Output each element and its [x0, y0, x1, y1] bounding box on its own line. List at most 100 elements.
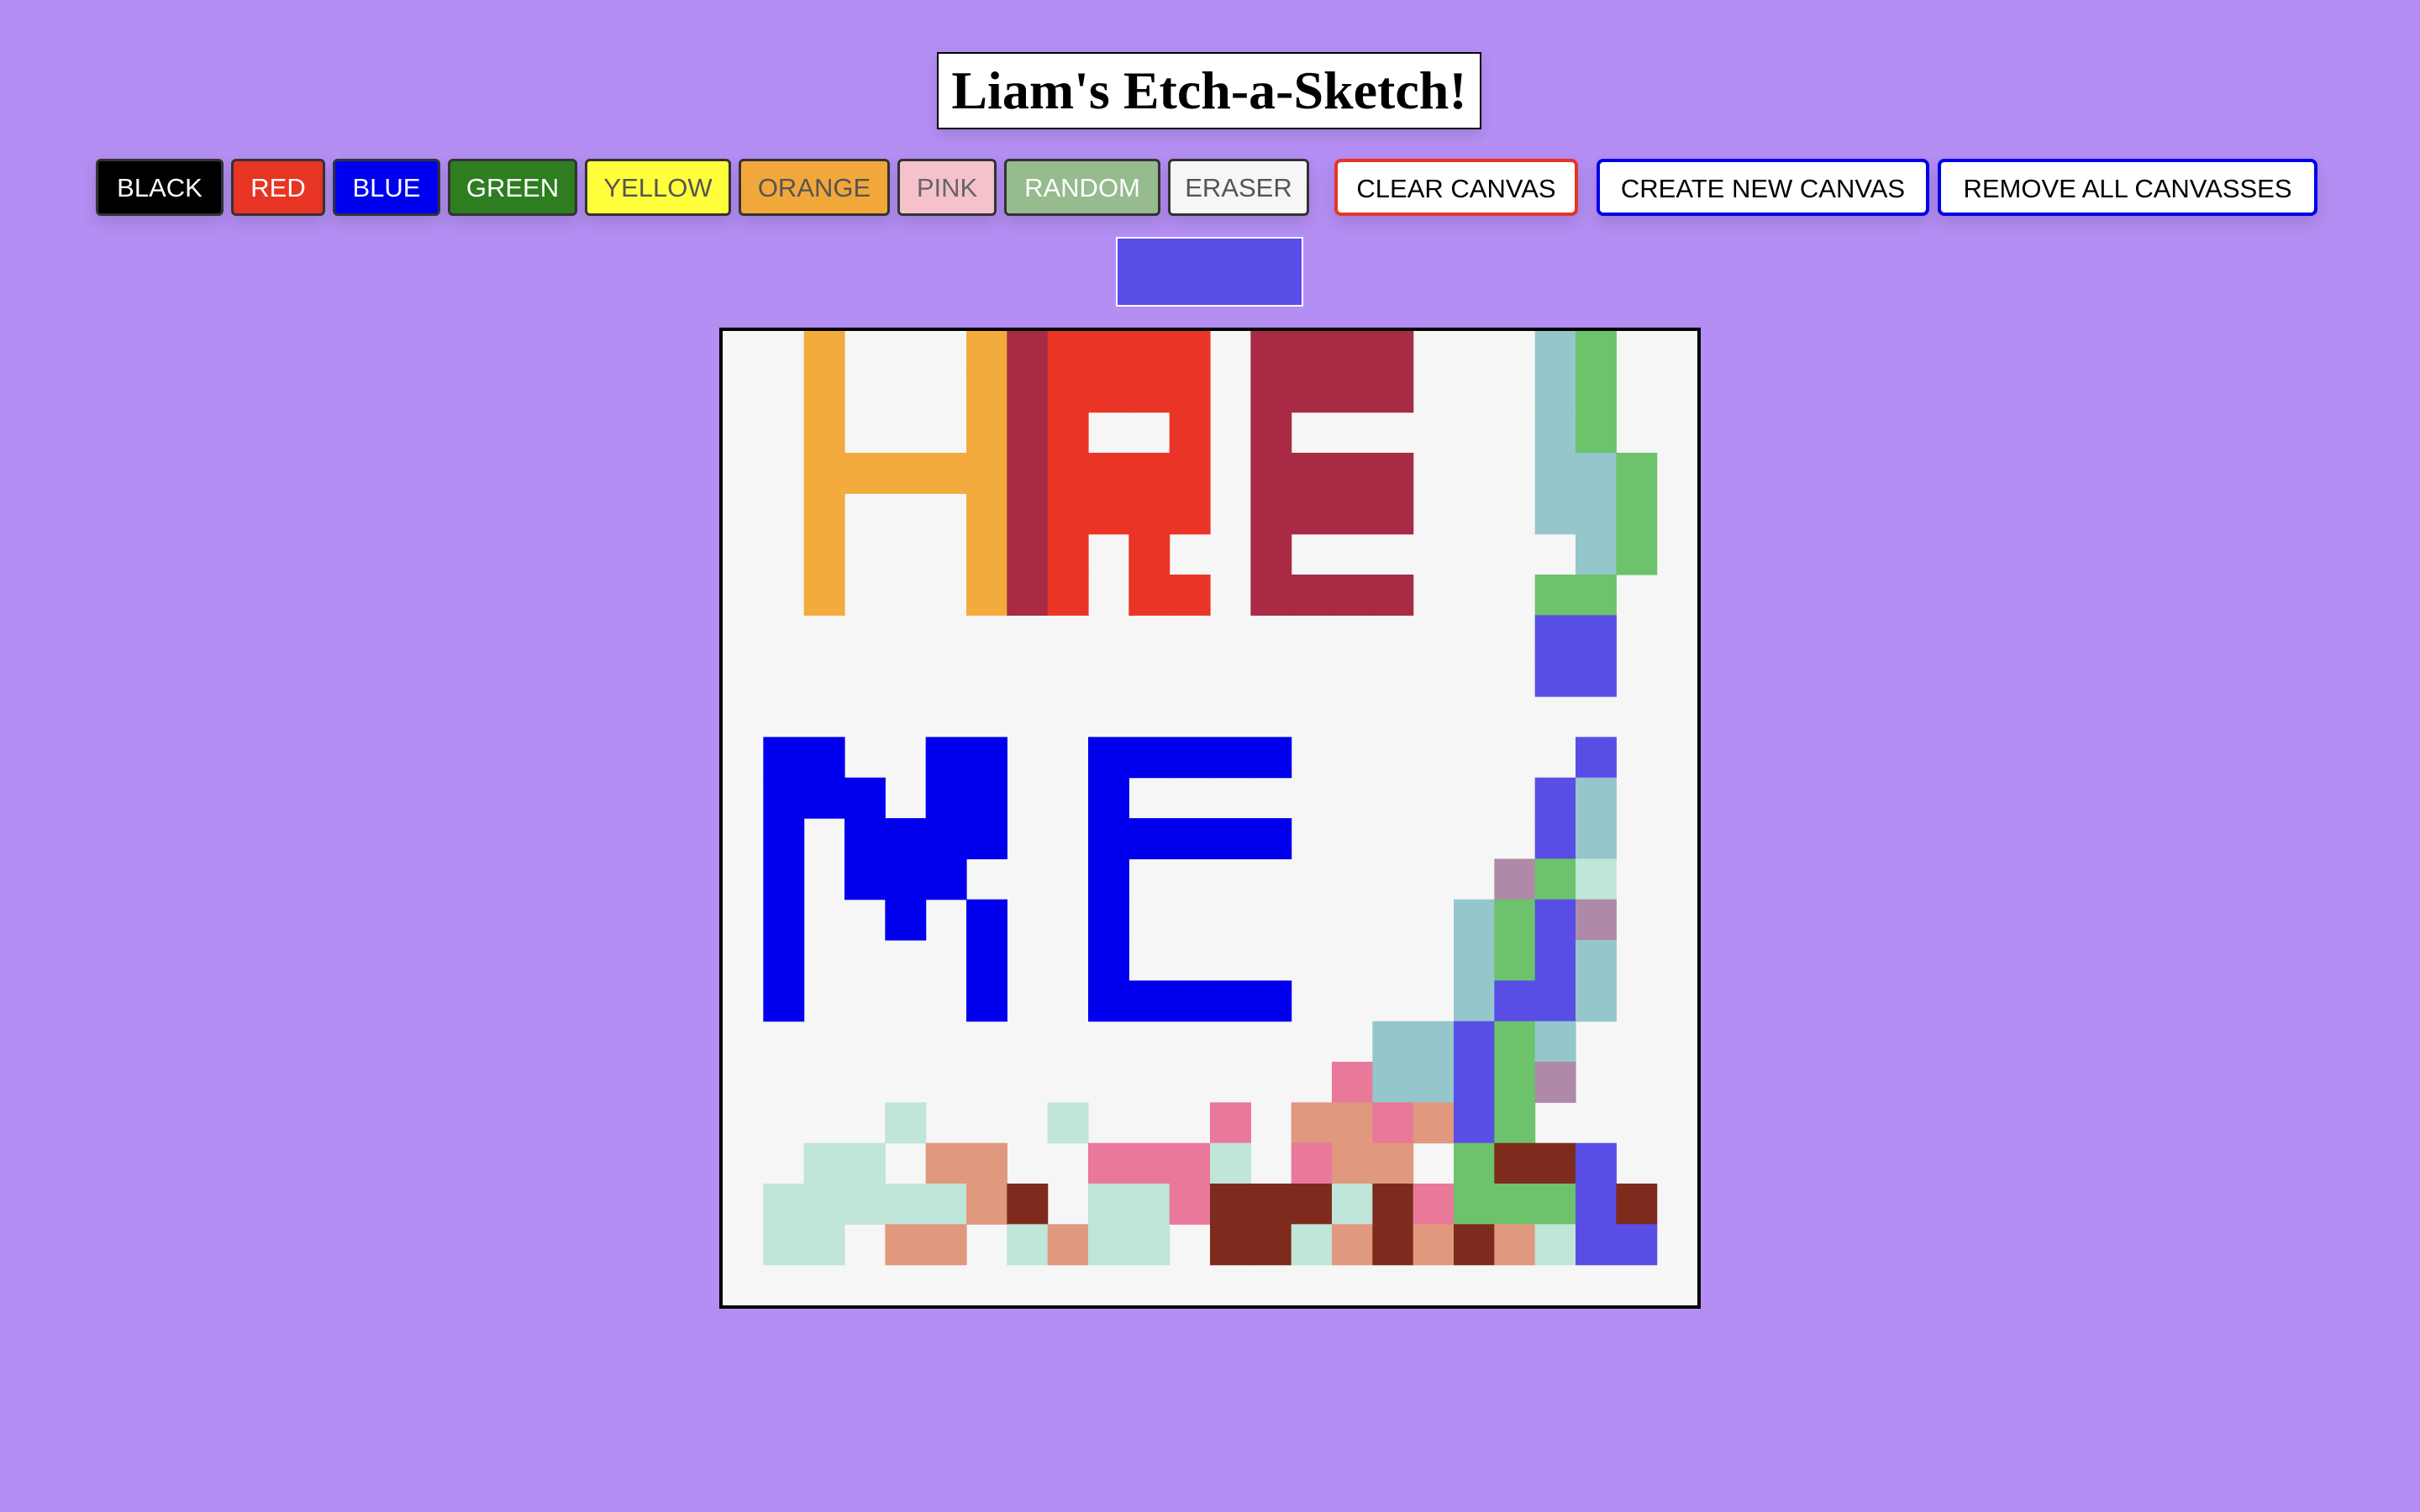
- grid-cell[interactable]: [1576, 737, 1617, 779]
- grid-cell[interactable]: [1576, 615, 1617, 657]
- grid-cell[interactable]: [1372, 1184, 1414, 1225]
- grid-cell[interactable]: [1088, 940, 1129, 981]
- grid-cell[interactable]: [1372, 453, 1414, 494]
- grid-cell[interactable]: [803, 1184, 845, 1225]
- grid-cell[interactable]: [1413, 1102, 1455, 1144]
- grid-cell[interactable]: [1454, 1184, 1495, 1225]
- grid-cell[interactable]: [1210, 818, 1251, 859]
- grid-cell[interactable]: [1576, 371, 1617, 413]
- grid-cell[interactable]: [844, 1184, 886, 1225]
- grid-cell[interactable]: [1494, 940, 1536, 981]
- grid-cell[interactable]: [1169, 331, 1211, 372]
- grid-cell[interactable]: [1088, 858, 1129, 900]
- grid-cell[interactable]: [1372, 1021, 1414, 1063]
- grid-cell[interactable]: [925, 1184, 967, 1225]
- grid-cell[interactable]: [1534, 899, 1576, 941]
- grid-cell[interactable]: [966, 777, 1007, 819]
- grid-cell[interactable]: [966, 575, 1007, 616]
- grid-cell[interactable]: [1128, 1224, 1171, 1266]
- grid-cell[interactable]: [1454, 1142, 1495, 1184]
- grid-cell[interactable]: [1088, 777, 1129, 819]
- grid-cell[interactable]: [1332, 453, 1373, 494]
- grid-cell[interactable]: [1616, 1184, 1658, 1225]
- grid-cell[interactable]: [1494, 858, 1536, 900]
- grid-cell[interactable]: [925, 737, 967, 779]
- grid-cell[interactable]: [1534, 818, 1576, 859]
- grid-cell[interactable]: [966, 453, 1007, 494]
- grid-cell[interactable]: [1047, 493, 1089, 535]
- eraser-button[interactable]: ERASER: [1168, 159, 1309, 216]
- grid-cell[interactable]: [925, 1224, 967, 1266]
- grid-cell[interactable]: [1576, 412, 1617, 454]
- grid-cell[interactable]: [1494, 1102, 1536, 1144]
- sketch-canvas[interactable]: [719, 328, 1701, 1309]
- grid-cell[interactable]: [1250, 980, 1292, 1022]
- grid-cell[interactable]: [1088, 453, 1129, 494]
- grid-cell[interactable]: [1169, 371, 1211, 413]
- grid-cell[interactable]: [1047, 371, 1089, 413]
- grid-cell[interactable]: [966, 899, 1007, 941]
- grid-cell[interactable]: [1534, 453, 1576, 494]
- grid-cell[interactable]: [1007, 493, 1049, 535]
- grid-cell[interactable]: [966, 818, 1007, 859]
- grid-cell[interactable]: [925, 818, 967, 859]
- grid-cell[interactable]: [885, 1102, 927, 1144]
- grid-cell[interactable]: [763, 1224, 805, 1266]
- grid-cell[interactable]: [1454, 899, 1495, 941]
- yellow-button[interactable]: YELLOW: [585, 159, 731, 216]
- grid-cell[interactable]: [1128, 331, 1171, 372]
- grid-cell[interactable]: [1088, 899, 1129, 941]
- grid-cell[interactable]: [763, 858, 805, 900]
- grid-cell[interactable]: [1576, 818, 1617, 859]
- grid-cell[interactable]: [1250, 493, 1292, 535]
- grid-cell[interactable]: [803, 371, 845, 413]
- grid-cell[interactable]: [1454, 980, 1495, 1022]
- grid-cell[interactable]: [1413, 1224, 1455, 1266]
- create-new-canvas-button[interactable]: CREATE NEW CANVAS: [1597, 159, 1929, 216]
- grid-cell[interactable]: [1534, 1142, 1576, 1184]
- grid-cell[interactable]: [1576, 655, 1617, 697]
- grid-cell[interactable]: [1169, 1142, 1211, 1184]
- grid-cell[interactable]: [1007, 371, 1049, 413]
- grid-cell[interactable]: [1534, 331, 1576, 372]
- grid-cell[interactable]: [885, 453, 927, 494]
- grid-cell[interactable]: [1534, 493, 1576, 535]
- grid-cell[interactable]: [1616, 453, 1658, 494]
- grid-cell[interactable]: [1088, 1142, 1129, 1184]
- grid-cell[interactable]: [1576, 858, 1617, 900]
- grid-cell[interactable]: [1250, 575, 1292, 616]
- grid-cell[interactable]: [1372, 1142, 1414, 1184]
- grid-cell[interactable]: [1007, 331, 1049, 372]
- grid-cell[interactable]: [803, 331, 845, 372]
- grid-cell[interactable]: [1413, 1062, 1455, 1103]
- grid-cell[interactable]: [1128, 575, 1171, 616]
- grid-cell[interactable]: [1007, 533, 1049, 575]
- grid-cell[interactable]: [1250, 1224, 1292, 1266]
- grid-cell[interactable]: [1494, 1062, 1536, 1103]
- grid-cell[interactable]: [1372, 331, 1414, 372]
- grid-cell[interactable]: [803, 412, 845, 454]
- grid-cell[interactable]: [1291, 1102, 1333, 1144]
- grid-cell[interactable]: [1413, 1021, 1455, 1063]
- orange-button[interactable]: ORANGE: [739, 159, 890, 216]
- grid-cell[interactable]: [966, 737, 1007, 779]
- grid-cell[interactable]: [1250, 818, 1292, 859]
- grid-cell[interactable]: [885, 1184, 927, 1225]
- grid-cell[interactable]: [1088, 331, 1129, 372]
- grid-cell[interactable]: [966, 1142, 1007, 1184]
- grid-cell[interactable]: [1534, 1224, 1576, 1266]
- grid-cell[interactable]: [885, 899, 927, 941]
- grid-cell[interactable]: [1210, 1142, 1251, 1184]
- grid-cell[interactable]: [1534, 615, 1576, 657]
- grid-cell[interactable]: [1454, 940, 1495, 981]
- grid-cell[interactable]: [1007, 1224, 1049, 1266]
- grid-cell[interactable]: [1169, 980, 1211, 1022]
- grid-cell[interactable]: [803, 533, 845, 575]
- grid-cell[interactable]: [966, 940, 1007, 981]
- grid-cell[interactable]: [966, 331, 1007, 372]
- grid-cell[interactable]: [1332, 1102, 1373, 1144]
- grid-cell[interactable]: [1169, 737, 1211, 779]
- grid-cell[interactable]: [1332, 1224, 1373, 1266]
- grid-cell[interactable]: [1534, 412, 1576, 454]
- grid-cell[interactable]: [1576, 1224, 1617, 1266]
